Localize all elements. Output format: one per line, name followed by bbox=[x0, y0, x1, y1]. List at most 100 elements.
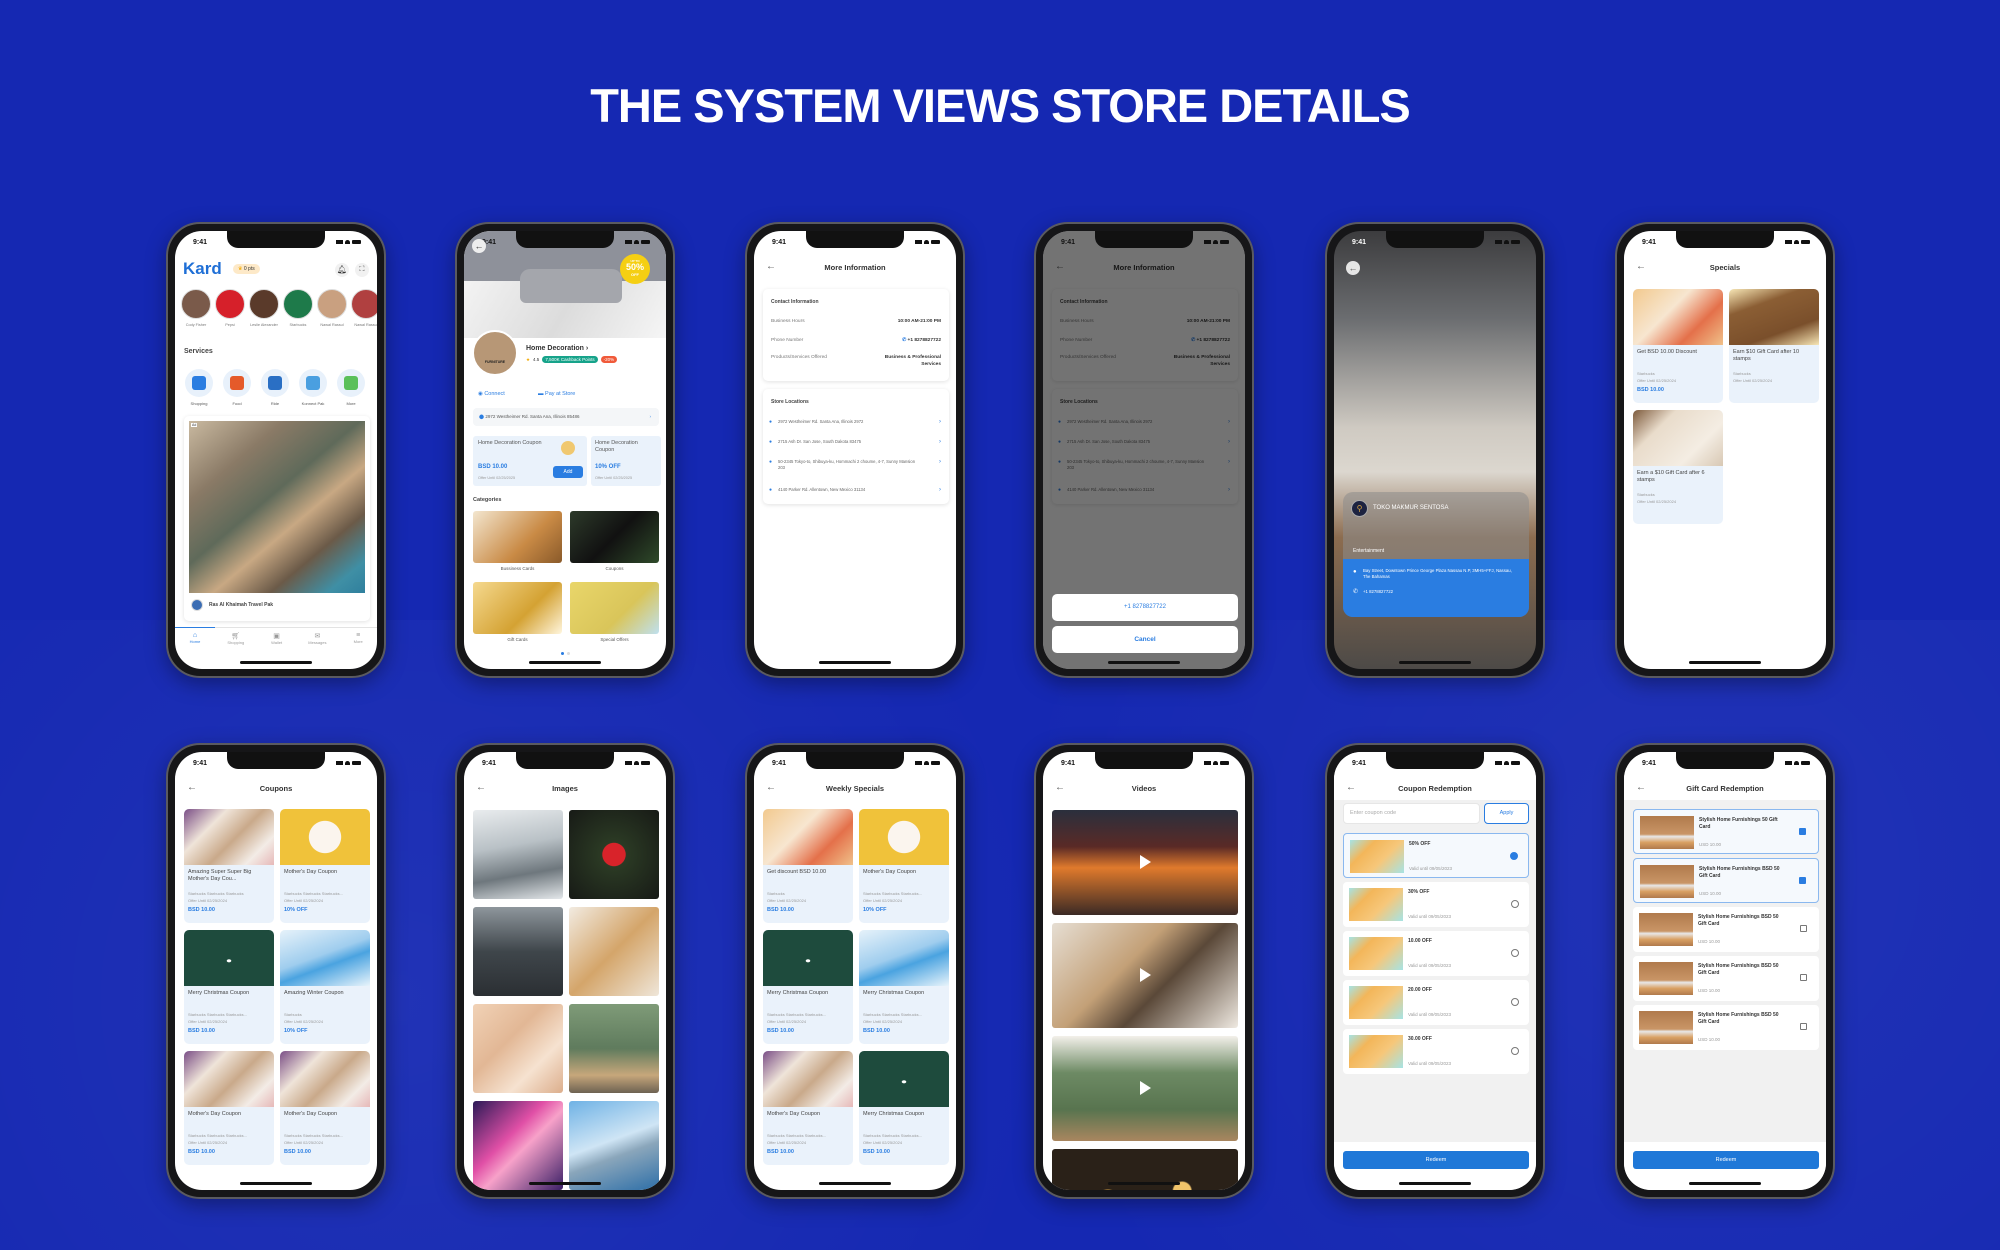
shopping-icon[interactable] bbox=[185, 369, 213, 397]
nav-item[interactable]: ⌂ Home bbox=[175, 632, 215, 644]
story-avatar[interactable] bbox=[181, 289, 211, 319]
gallery-image[interactable] bbox=[569, 1004, 659, 1093]
coupon-code-input[interactable]: Enter coupon code bbox=[1343, 803, 1480, 824]
page-dot[interactable] bbox=[567, 652, 570, 655]
back-button[interactable]: ← bbox=[472, 239, 486, 253]
category-tile[interactable] bbox=[570, 582, 659, 634]
offer-card[interactable]: Mother's Day Coupon Starbucks Starbucks S… bbox=[280, 1051, 370, 1165]
gallery-image[interactable] bbox=[473, 1101, 563, 1190]
back-button[interactable]: ← bbox=[1346, 261, 1360, 275]
pay-at-store-button[interactable]: ▬ Pay at Store bbox=[538, 391, 575, 397]
offer-card[interactable]: Merry Christmas Coupon Starbucks Starbuck… bbox=[763, 930, 853, 1044]
gallery-image[interactable] bbox=[473, 810, 563, 899]
offer-price: BSD 10.00 bbox=[1637, 387, 1664, 393]
radio-button[interactable] bbox=[1511, 1047, 1519, 1055]
offer-card[interactable]: Merry Christmas Coupon Starbucks Starbuck… bbox=[859, 930, 949, 1044]
bell-icon[interactable]: 🔔︎ bbox=[335, 263, 349, 277]
offer-card[interactable]: Mother's Day Coupon Starbucks Starbucks S… bbox=[763, 1051, 853, 1165]
offer-card[interactable]: Earn a $10 Gift Card after 6 stamps Starb… bbox=[1633, 410, 1723, 524]
call-phone-button[interactable]: +1 8278827722 bbox=[1052, 594, 1238, 621]
status-time: 9:41 bbox=[1352, 760, 1367, 767]
giftcard-option[interactable]: Stylish Home Furnishings BSD 50 Gift Car… bbox=[1633, 858, 1819, 903]
store-logo: FURNITURE bbox=[472, 330, 518, 376]
phone-videos: 9:41 ← Videos bbox=[1034, 743, 1254, 1199]
ad-image[interactable] bbox=[189, 421, 365, 593]
coupon-option[interactable]: 50% OFF Valid until 09/05/2023 bbox=[1343, 833, 1529, 878]
coupon-option[interactable]: 30% OFF Valid until 09/05/2023 bbox=[1343, 882, 1529, 927]
video-thumbnail[interactable] bbox=[1052, 810, 1238, 915]
offer-card[interactable]: Merry Christmas Coupon Starbucks Starbuck… bbox=[184, 930, 274, 1044]
nav-item[interactable]: ▣ Wallet bbox=[257, 632, 297, 645]
ride-icon[interactable] bbox=[261, 369, 289, 397]
offer-card[interactable]: Get discount BSD 10.00 Starbucks Offer Unt… bbox=[763, 809, 853, 923]
giftcard-option[interactable]: Stylish Home Furnishings BSD 50 Gift Car… bbox=[1633, 1005, 1819, 1050]
store-address[interactable]: Bay Street, Downtown Prince George Plaza… bbox=[1363, 568, 1518, 580]
play-icon[interactable] bbox=[1140, 855, 1151, 869]
offer-card[interactable]: Mother's Day Coupon Starbucks Starbucks S… bbox=[280, 809, 370, 923]
offer-card[interactable]: Amazing Winter Coupon Starbucks Offer Unti… bbox=[280, 930, 370, 1044]
offer-card[interactable]: Mother's Day Coupon Starbucks Starbucks S… bbox=[859, 809, 949, 923]
scan-icon[interactable]: ⛶ bbox=[355, 263, 369, 277]
nav-item[interactable]: ✉ Messages bbox=[297, 632, 337, 645]
add-coupon-button[interactable]: Add bbox=[553, 466, 583, 478]
category-tile[interactable] bbox=[473, 582, 562, 634]
page-dot-active[interactable] bbox=[561, 652, 564, 655]
nav-item[interactable]: ≡ More bbox=[338, 632, 377, 644]
gallery-image[interactable] bbox=[569, 1101, 659, 1190]
story-avatar[interactable] bbox=[283, 289, 313, 319]
gallery-image[interactable] bbox=[473, 1004, 563, 1093]
konnect-pak-icon[interactable] bbox=[299, 369, 327, 397]
story-avatar[interactable] bbox=[249, 289, 279, 319]
nav-item[interactable]: 🛒︎ Shopping bbox=[216, 632, 256, 645]
gallery-image[interactable] bbox=[569, 907, 659, 996]
checkbox[interactable] bbox=[1799, 877, 1806, 884]
offer-card[interactable]: Amazing Super Super Big Mother's Day Cou… bbox=[184, 809, 274, 923]
coupon-option[interactable]: 10.00 OFF Valid until 09/05/2023 bbox=[1343, 931, 1529, 976]
ad-card[interactable]: Ad Ras Al Khaimah Travel Pak bbox=[184, 416, 370, 621]
store-name[interactable]: Home Decoration › bbox=[526, 345, 588, 352]
giftcard-option[interactable]: Stylish Home Furnishings BSD 50 Gift Car… bbox=[1633, 907, 1819, 952]
address-row[interactable]: ⬤ 2972 Westheimer Rd. Santa Ana, Illinoi… bbox=[473, 408, 659, 426]
coupon-option[interactable]: 30.00 OFF Valid until 09/05/2023 bbox=[1343, 1029, 1529, 1074]
story-avatar[interactable] bbox=[351, 289, 377, 319]
video-thumbnail[interactable] bbox=[1052, 1036, 1238, 1141]
offer-card[interactable]: Mother's Day Coupon Starbucks Starbucks S… bbox=[184, 1051, 274, 1165]
offer-card[interactable]: Merry Christmas Coupon Starbucks Starbuck… bbox=[859, 1051, 949, 1165]
redeem-button[interactable]: Redeem bbox=[1343, 1151, 1529, 1169]
play-icon[interactable] bbox=[1140, 1081, 1151, 1095]
offer-title: Mother's Day Coupon bbox=[284, 1111, 338, 1117]
checkbox[interactable] bbox=[1799, 828, 1806, 835]
giftcard-option[interactable]: Stylish Home Furnishings 50 Gift Card USD… bbox=[1633, 809, 1819, 854]
phone-number[interactable]: ✆ +1 8278827722 bbox=[902, 338, 941, 343]
more-grid-icon[interactable] bbox=[337, 369, 365, 397]
cancel-button[interactable]: Cancel bbox=[1052, 626, 1238, 653]
coupon-option[interactable]: 20.00 OFF Valid until 09/05/2023 bbox=[1343, 980, 1529, 1025]
checkbox[interactable] bbox=[1800, 974, 1807, 981]
radio-button[interactable] bbox=[1511, 949, 1519, 957]
food-icon[interactable] bbox=[223, 369, 251, 397]
coupon-card[interactable]: Home Decoration Coupon 10% OFF Offer Unt… bbox=[591, 436, 661, 486]
offer-card[interactable]: Get BSD 10.00 Discount Starbucks Offer Unt… bbox=[1633, 289, 1723, 403]
video-thumbnail[interactable] bbox=[1052, 923, 1238, 1028]
radio-button[interactable] bbox=[1511, 900, 1519, 908]
redeem-button[interactable]: Redeem bbox=[1633, 1151, 1819, 1169]
category-tile[interactable] bbox=[570, 511, 659, 563]
points-badge[interactable]: ♛ 0 pts bbox=[233, 264, 260, 274]
play-icon[interactable] bbox=[1140, 968, 1151, 982]
store-phone[interactable]: +1 8278827722 bbox=[1363, 589, 1393, 594]
checkbox[interactable] bbox=[1800, 1023, 1807, 1030]
coupon-card[interactable]: Home Decoration Coupon BSD 10.00 Offer U… bbox=[473, 436, 587, 486]
radio-button[interactable] bbox=[1511, 998, 1519, 1006]
radio-button[interactable] bbox=[1510, 852, 1518, 860]
phone-notch bbox=[227, 231, 325, 248]
gallery-image[interactable] bbox=[473, 907, 563, 996]
giftcard-option[interactable]: Stylish Home Furnishings BSD 50 Gift Car… bbox=[1633, 956, 1819, 1001]
checkbox[interactable] bbox=[1800, 925, 1807, 932]
offer-card[interactable]: Earn $10 Gift Card after 10 stamps Starbu… bbox=[1729, 289, 1819, 403]
category-tile[interactable] bbox=[473, 511, 562, 563]
apply-button[interactable]: Apply bbox=[1484, 803, 1529, 824]
story-avatar[interactable] bbox=[215, 289, 245, 319]
connect-button[interactable]: ◉ Connect bbox=[478, 391, 505, 397]
story-avatar[interactable] bbox=[317, 289, 347, 319]
gallery-image[interactable] bbox=[569, 810, 659, 899]
